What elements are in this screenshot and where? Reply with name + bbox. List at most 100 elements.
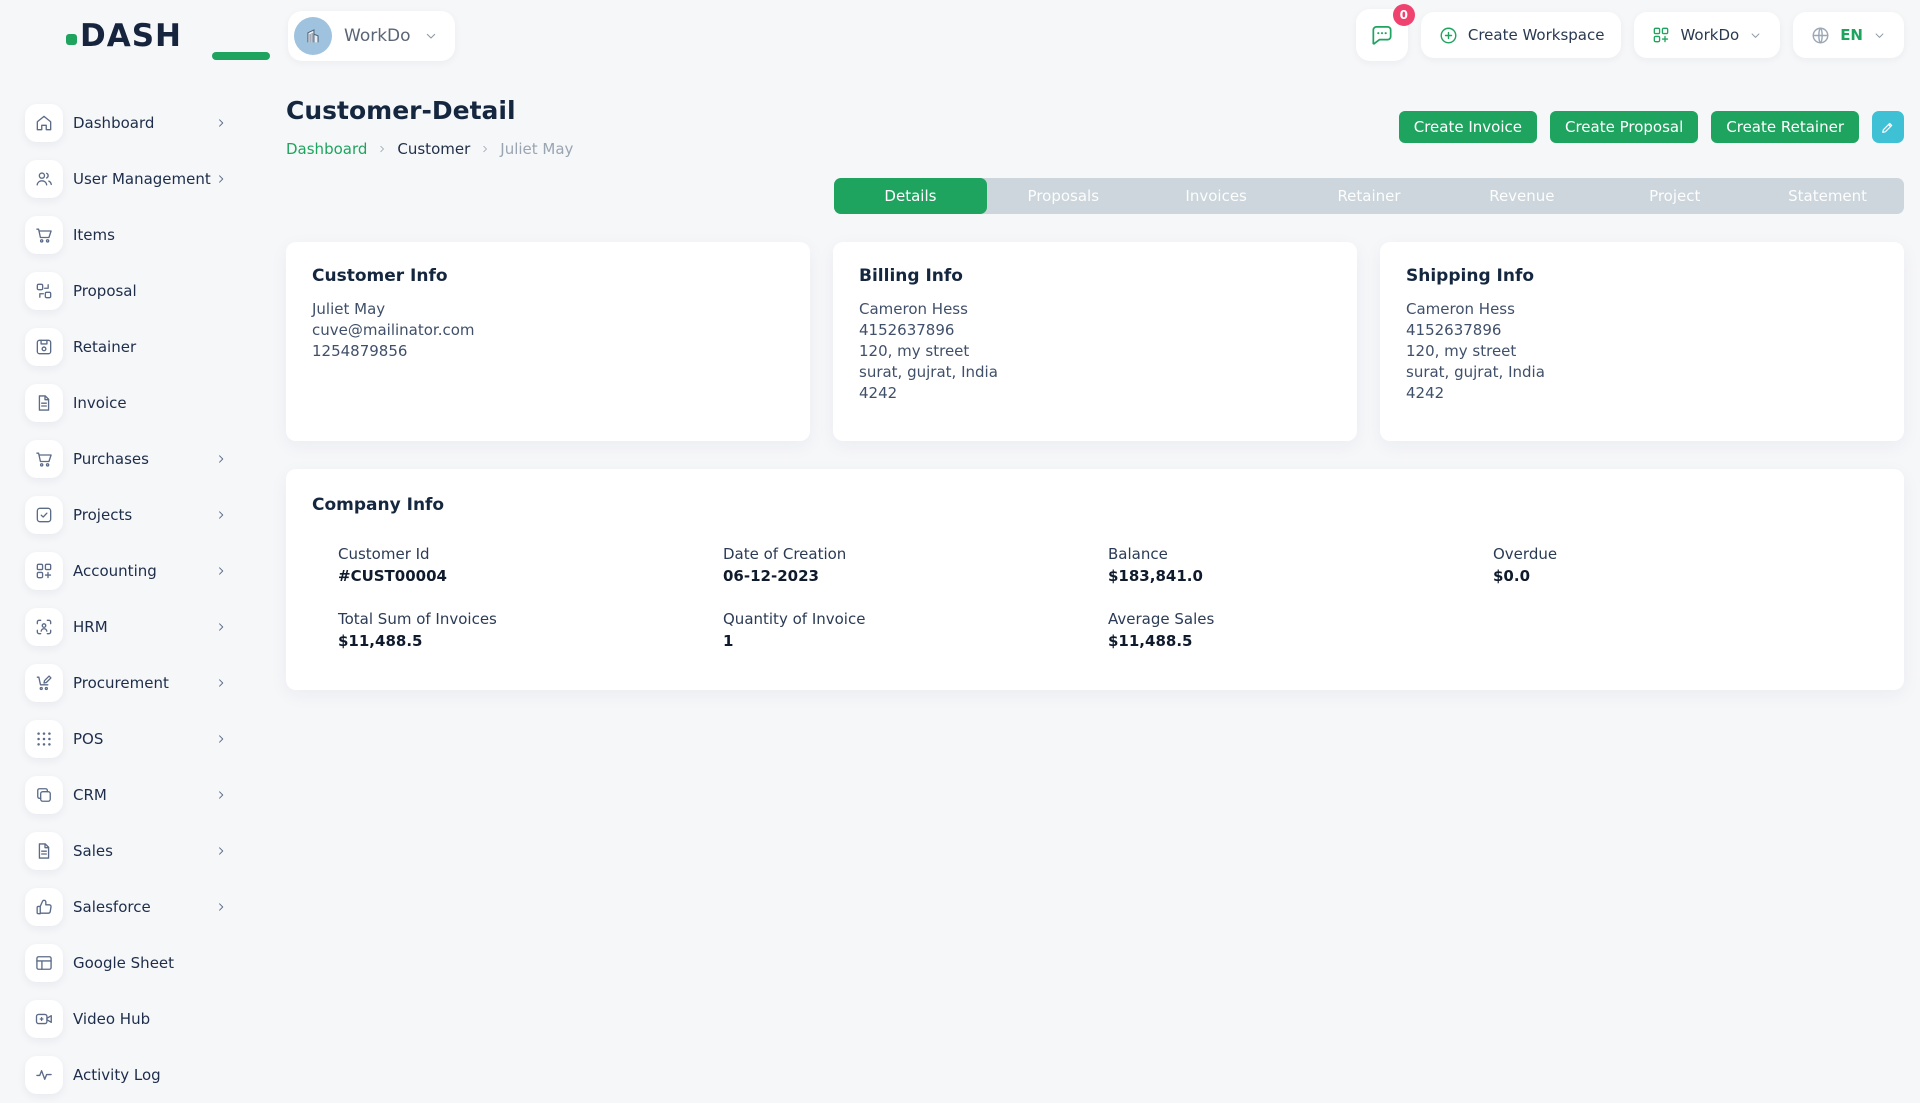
- create-workspace-button[interactable]: Create Workspace: [1421, 12, 1622, 58]
- chevron-right-icon: [214, 116, 228, 130]
- chevron-down-icon: [423, 28, 439, 44]
- sidebar-item-projects[interactable]: Projects: [0, 487, 252, 543]
- pencil-icon: [1880, 119, 1896, 135]
- field-label: Overdue: [1493, 545, 1878, 563]
- sidebar-item-sales[interactable]: Sales: [0, 823, 252, 879]
- workdo-menu-label: WorkDo: [1680, 26, 1739, 44]
- home-icon: [25, 104, 63, 142]
- sidebar-item-label: Invoice: [73, 394, 127, 412]
- sidebar-item-procurement[interactable]: Procurement: [0, 655, 252, 711]
- sidebar-item-user-management[interactable]: User Management: [0, 151, 252, 207]
- sidebar-item-label: Projects: [73, 506, 132, 524]
- sidebar-item-label: Activity Log: [73, 1066, 161, 1084]
- dots-grid-icon: [25, 720, 63, 758]
- field-value: 06-12-2023: [723, 567, 1108, 585]
- sidebar-item-items[interactable]: Items: [0, 207, 252, 263]
- floppy-icon: [25, 328, 63, 366]
- sidebar-item-hrm[interactable]: HRM: [0, 599, 252, 655]
- sidebar-item-label: Video Hub: [73, 1010, 150, 1028]
- sidebar-item-proposal[interactable]: Proposal: [0, 263, 252, 319]
- users-icon: [25, 160, 63, 198]
- field-value: #CUST00004: [338, 567, 723, 585]
- workspace-selector[interactable]: WorkDo: [288, 11, 455, 61]
- shipping-street: 120, my street: [1406, 341, 1878, 362]
- card-title: Billing Info: [859, 266, 1331, 286]
- app-logo[interactable]: DASH: [66, 18, 182, 54]
- field-label: Total Sum of Invoices: [338, 610, 723, 628]
- sidebar-item-accounting[interactable]: Accounting: [0, 543, 252, 599]
- sidebar-item-dashboard[interactable]: Dashboard: [0, 95, 252, 151]
- table-icon: [25, 944, 63, 982]
- sidebar-item-retainer[interactable]: Retainer: [0, 319, 252, 375]
- sidebar-item-activity-log[interactable]: Activity Log: [0, 1047, 252, 1103]
- workspace-name: WorkDo: [344, 26, 411, 46]
- chevron-right-icon: [214, 508, 228, 522]
- chevron-right-icon: [214, 900, 228, 914]
- field-quantity-of-invoice: Quantity of Invoice 1: [723, 610, 1108, 650]
- sidebar-item-pos[interactable]: POS: [0, 711, 252, 767]
- company-fields: Customer Id #CUST00004 Date of Creation …: [338, 545, 1878, 650]
- create-invoice-button[interactable]: Create Invoice: [1399, 111, 1537, 143]
- field-overdue: Overdue $0.0: [1493, 545, 1878, 585]
- billing-city: surat, gujrat, India: [859, 362, 1331, 383]
- chevron-right-icon: [214, 788, 228, 802]
- workdo-menu-button[interactable]: WorkDo: [1634, 12, 1780, 58]
- activity-icon: [25, 1056, 63, 1094]
- sidebar-item-salesforce[interactable]: Salesforce: [0, 879, 252, 935]
- breadcrumb-dashboard-link[interactable]: Dashboard: [286, 140, 367, 158]
- tab-statement[interactable]: Statement: [1751, 178, 1904, 214]
- breadcrumb: Dashboard Customer Juliet May: [286, 140, 573, 158]
- sidebar-item-video-hub[interactable]: Video Hub: [0, 991, 252, 1047]
- grid-swap-icon: [25, 272, 63, 310]
- copy-icon: [25, 776, 63, 814]
- field-value: 1: [723, 632, 1108, 650]
- sidebar-item-invoice[interactable]: Invoice: [0, 375, 252, 431]
- field-label: Customer Id: [338, 545, 723, 563]
- grid-plus-icon: [25, 552, 63, 590]
- chevron-right-icon: [214, 172, 228, 186]
- field-label: Date of Creation: [723, 545, 1108, 563]
- sidebar-item-crm[interactable]: CRM: [0, 767, 252, 823]
- chevron-down-icon: [1872, 28, 1887, 43]
- chevron-right-icon: [376, 143, 388, 155]
- field-total-sum-invoices: Total Sum of Invoices $11,488.5: [338, 610, 723, 650]
- tab-invoices[interactable]: Invoices: [1140, 178, 1293, 214]
- shipping-info-card: Shipping Info Cameron Hess 4152637896 12…: [1380, 242, 1904, 441]
- tab-retainer[interactable]: Retainer: [1293, 178, 1446, 214]
- sidebar-item-label: User Management: [73, 170, 211, 188]
- sidebar-item-label: Google Sheet: [73, 954, 174, 972]
- cart-icon: [25, 440, 63, 478]
- video-icon: [25, 1000, 63, 1038]
- customer-name: Juliet May: [312, 299, 784, 320]
- grid-plus-icon: [1651, 25, 1671, 45]
- chevron-right-icon: [214, 844, 228, 858]
- company-info-card: Company Info Customer Id #CUST00004 Date…: [286, 469, 1904, 690]
- tab-project[interactable]: Project: [1598, 178, 1751, 214]
- edit-customer-button[interactable]: [1872, 111, 1904, 143]
- shipping-city: surat, gujrat, India: [1406, 362, 1878, 383]
- info-cards-row: Customer Info Juliet May cuve@mailinator…: [286, 242, 1904, 441]
- create-retainer-button[interactable]: Create Retainer: [1711, 111, 1859, 143]
- card-title: Shipping Info: [1406, 266, 1878, 286]
- file-icon: [25, 832, 63, 870]
- page-title: Customer-Detail: [286, 96, 516, 125]
- field-date-of-creation: Date of Creation 06-12-2023: [723, 545, 1108, 585]
- field-label: Quantity of Invoice: [723, 610, 1108, 628]
- logo-dot: [66, 34, 77, 45]
- chevron-down-icon: [1748, 28, 1763, 43]
- file-icon: [25, 384, 63, 422]
- field-value: $0.0: [1493, 567, 1878, 585]
- logo-dash-bar: [212, 52, 270, 60]
- tab-revenue[interactable]: Revenue: [1445, 178, 1598, 214]
- sidebar-item-google-sheet[interactable]: Google Sheet: [0, 935, 252, 991]
- sidebar-item-purchases[interactable]: Purchases: [0, 431, 252, 487]
- create-proposal-button[interactable]: Create Proposal: [1550, 111, 1698, 143]
- language-selector[interactable]: EN: [1793, 12, 1904, 58]
- breadcrumb-customer-link[interactable]: Customer: [397, 140, 470, 158]
- messages-button[interactable]: 0: [1356, 9, 1408, 61]
- tab-details[interactable]: Details: [834, 178, 987, 214]
- chevron-right-icon: [479, 143, 491, 155]
- sidebar-item-label: POS: [73, 730, 103, 748]
- tab-proposals[interactable]: Proposals: [987, 178, 1140, 214]
- user-scan-icon: [25, 608, 63, 646]
